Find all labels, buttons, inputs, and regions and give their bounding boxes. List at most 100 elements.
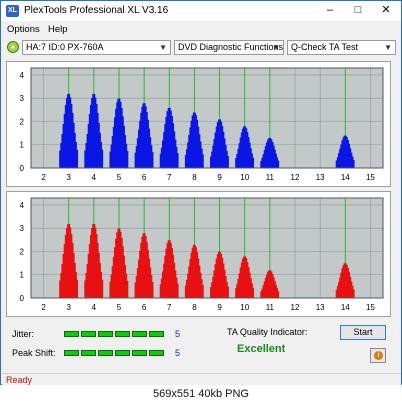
histogram-bar: [252, 157, 255, 168]
led-indicator: [132, 331, 147, 337]
x-tick-label: 15: [366, 173, 375, 182]
x-tick-label: 9: [217, 303, 222, 312]
title-bar: XL PlexTools Professional XL V3.16 – □ ✕: [1, 1, 401, 21]
chart-bottom: 012342 3 4 5 6 7 8 9 10 11 12 13 14 15: [20, 197, 384, 312]
x-tick-label: 15: [366, 303, 375, 312]
menu-help-label: Help: [48, 24, 68, 35]
maximize-button[interactable]: □: [344, 1, 372, 21]
x-tick-label: 8: [192, 303, 197, 312]
led-indicator: [64, 350, 79, 356]
x-tick-label: 12: [291, 303, 300, 312]
chevron-down-icon: ▼: [159, 43, 167, 52]
led-indicator: [149, 331, 164, 337]
y-tick-label: 0: [20, 164, 25, 173]
status-text: Ready: [6, 375, 33, 385]
x-tick-label: 10: [240, 173, 249, 182]
chart-top-panel: 0 1 2 3 4 2 3 4 5 6 7 8 9 10 11 12 13 14 15: [6, 61, 391, 187]
histogram-bar: [277, 291, 280, 298]
x-tick-label: 10: [240, 303, 249, 312]
histogram-bar: [151, 281, 154, 298]
led-indicator: [64, 331, 79, 337]
led-indicator: [98, 350, 113, 356]
ta-quality-result: Excellent: [237, 343, 286, 355]
histogram-bar: [252, 287, 255, 298]
menu-options-label: Options: [7, 24, 40, 35]
minimize-button[interactable]: –: [316, 1, 344, 21]
test-select[interactable]: Q-Check TA Test ▼: [287, 40, 396, 55]
menu-options[interactable]: Options: [7, 24, 40, 35]
menu-help[interactable]: Help: [48, 24, 68, 35]
x-tick-label: 11: [266, 303, 275, 312]
chevron-down-icon: ▼: [384, 43, 392, 52]
x-tick-label: 11: [266, 173, 275, 182]
jitter-label: Jitter:: [12, 329, 35, 339]
window-title: PlexTools Professional XL V3.16: [24, 5, 169, 16]
peak-shift-label: Peak Shift:: [12, 348, 56, 358]
start-button[interactable]: Start: [340, 325, 386, 340]
x-tick-label: 4: [92, 303, 97, 312]
close-button[interactable]: ✕: [372, 1, 400, 21]
led-indicator: [115, 331, 130, 337]
x-tick-label: 6: [142, 303, 147, 312]
plot-area: [30, 67, 384, 169]
results-panel: Jitter: 5 Peak Shift: 5 TA Quality Indic…: [6, 319, 391, 375]
plot-area: [30, 197, 384, 299]
y-tick-label: 4: [20, 201, 25, 210]
x-tick-label: 5: [117, 173, 122, 182]
led-indicator: [115, 350, 130, 356]
x-tick-label: 5: [117, 303, 122, 312]
histogram-bar: [277, 160, 280, 168]
histogram-bar: [76, 279, 79, 298]
disc-drive-icon: [7, 41, 19, 53]
histogram-bar: [76, 149, 79, 168]
led-indicator: [81, 350, 96, 356]
histogram-bar: [201, 154, 204, 168]
x-tick-label: 14: [341, 173, 350, 182]
led-indicator: [98, 331, 113, 337]
histogram-bar: [151, 151, 154, 168]
led-indicator: [81, 331, 96, 337]
app-icon: XL: [6, 5, 19, 17]
x-tick-label: 7: [167, 173, 172, 182]
y-tick-label: 2: [20, 247, 25, 256]
histogram-bar: [101, 279, 104, 298]
led-indicator: [149, 350, 164, 356]
info-button[interactable]: i: [370, 348, 386, 363]
histogram-bar: [176, 153, 179, 168]
x-tick-label: 13: [316, 303, 325, 312]
y-tick-label: 3: [20, 94, 25, 103]
led-indicator: [132, 350, 147, 356]
y-tick-label: 2: [20, 117, 25, 126]
histogram-bar: [126, 280, 129, 298]
x-tick-label: 2: [41, 303, 46, 312]
function-select-value: DVD Diagnostic Functions: [178, 42, 284, 52]
chart-bottom-panel: 0 1 2 3 4 2 3 4 5 6 7 8 9 10 11 12 13 14 15: [6, 191, 391, 317]
function-select[interactable]: DVD Diagnostic Functions ▼: [174, 40, 284, 55]
x-tick-label: 3: [66, 173, 71, 182]
info-icon: i: [374, 351, 383, 360]
peak-shift-value: 5: [175, 348, 181, 358]
y-tick-label: 3: [20, 224, 25, 233]
y-tick-label: 4: [20, 71, 25, 80]
histogram-bar: [201, 284, 204, 298]
x-tick-label: 9: [217, 173, 222, 182]
x-tick-label: 4: [92, 173, 97, 182]
ta-quality-label: TA Quality Indicator:: [227, 327, 308, 337]
drive-select-value: HA:7 ID:0 PX-760A: [26, 42, 104, 52]
y-tick-label: 0: [20, 294, 25, 303]
app-window: XL PlexTools Professional XL V3.16 – □ ✕…: [0, 0, 402, 386]
x-tick-label: 12: [291, 173, 300, 182]
test-select-value: Q-Check TA Test: [291, 42, 359, 52]
drive-select[interactable]: HA:7 ID:0 PX-760A ▼: [22, 40, 171, 55]
histogram-bar: [226, 155, 229, 168]
y-tick-label: 1: [20, 271, 25, 280]
histogram-bar: [352, 289, 355, 298]
y-tick-label: 1: [20, 141, 25, 150]
histogram-bar: [226, 286, 229, 298]
x-tick-label: 8: [192, 173, 197, 182]
chart-top: 012342 3 4 5 6 7 8 9 10 11 12 13 14 15: [20, 67, 384, 182]
x-tick-label: 2: [41, 173, 46, 182]
histogram-bar: [126, 150, 129, 168]
histogram-bar: [352, 159, 355, 168]
x-tick-label: 6: [142, 173, 147, 182]
